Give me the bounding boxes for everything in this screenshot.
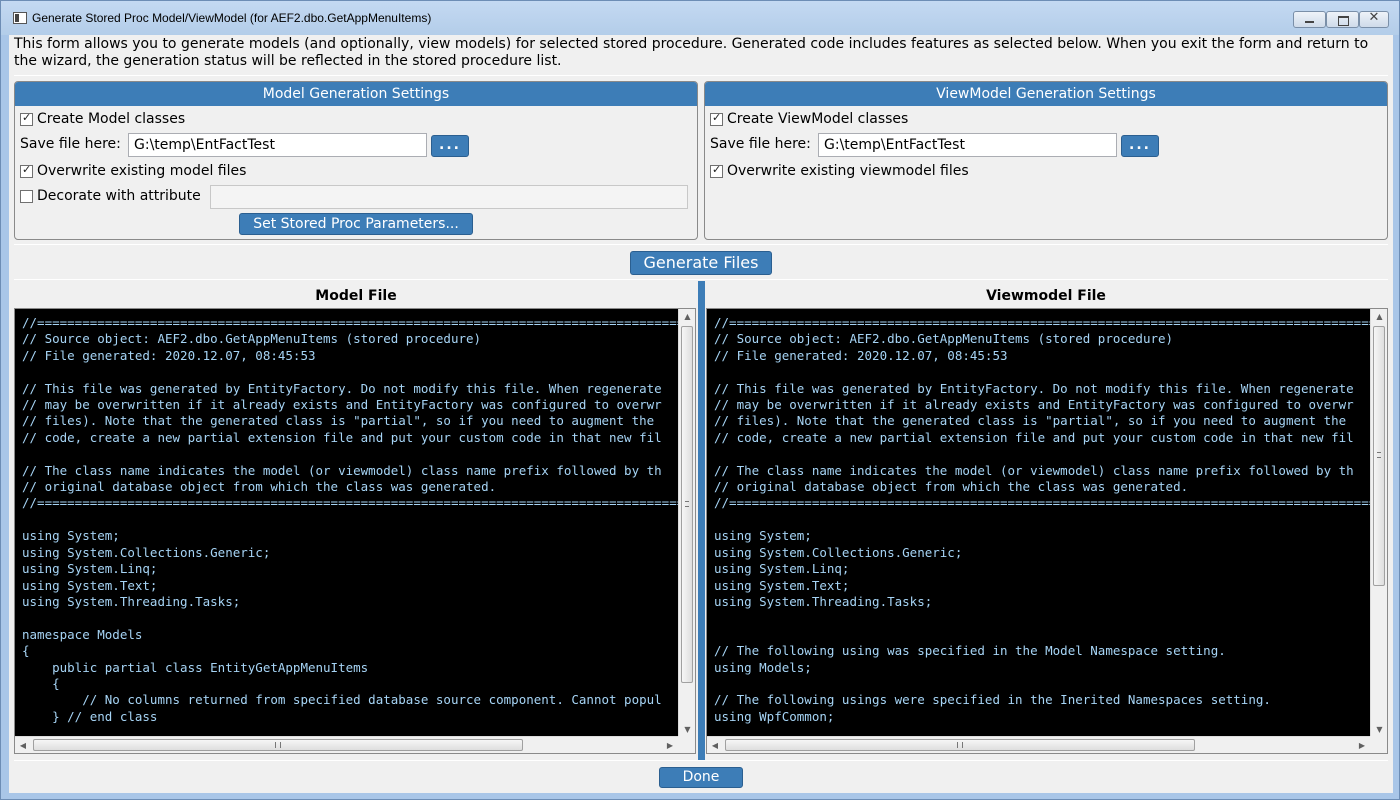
model-browse-button[interactable]: ... (431, 135, 469, 157)
grip-icon (685, 501, 689, 507)
grip-icon (275, 742, 281, 748)
scroll-thumb[interactable] (1373, 326, 1385, 586)
scroll-right-icon[interactable]: ▶ (1354, 737, 1370, 753)
model-save-label: Save file here: (20, 136, 121, 152)
dialog-body: This form allows you to generate models … (9, 35, 1393, 793)
overwrite-viewmodel-label: Overwrite existing viewmodel files (727, 163, 969, 179)
overwrite-model-label: Overwrite existing model files (37, 163, 247, 179)
decorate-attribute-input[interactable] (210, 185, 688, 209)
panel-splitter[interactable] (698, 281, 705, 761)
viewmodel-code-view[interactable]: //======================================… (706, 308, 1388, 754)
generate-files-button[interactable]: Generate Files (630, 251, 772, 275)
divider (14, 244, 1388, 245)
model-vertical-scrollbar[interactable]: ▲ ▼ (678, 309, 695, 738)
viewmodel-code-text: //======================================… (714, 315, 1387, 724)
viewmodel-horizontal-scrollbar[interactable]: ◀ ▶ (707, 736, 1370, 753)
create-viewmodel-row[interactable]: Create ViewModel classes (710, 109, 908, 129)
model-file-title: Model File (315, 288, 397, 304)
scroll-right-icon[interactable]: ▶ (662, 737, 678, 753)
model-save-path-input[interactable] (128, 133, 427, 157)
model-code-text: //======================================… (22, 315, 695, 724)
create-model-label: Create Model classes (37, 111, 186, 127)
overwrite-viewmodel-row[interactable]: Overwrite existing viewmodel files (710, 161, 969, 181)
scroll-thumb[interactable] (33, 739, 523, 751)
description-text: This form allows you to generate models … (14, 36, 1369, 69)
grip-icon (1377, 452, 1381, 458)
viewmodel-vertical-scrollbar[interactable]: ▲ ▼ (1370, 309, 1387, 738)
overwrite-model-checkbox[interactable] (20, 163, 33, 178)
app-icon[interactable] (13, 12, 27, 24)
viewmodel-settings-header: ViewModel Generation Settings (705, 82, 1387, 106)
viewmodel-settings-panel: ViewModel Generation Settings Create Vie… (704, 81, 1388, 240)
scroll-corner (678, 736, 695, 753)
viewmodel-save-label: Save file here: (710, 136, 811, 152)
scroll-thumb[interactable] (681, 326, 693, 683)
decorate-label: Decorate with attribute (37, 188, 201, 204)
scroll-left-icon[interactable]: ◀ (707, 737, 723, 753)
create-model-row[interactable]: Create Model classes (20, 109, 185, 129)
minimize-button[interactable] (1293, 11, 1326, 28)
decorate-checkbox[interactable] (20, 189, 33, 203)
maximize-button[interactable] (1326, 11, 1359, 28)
divider (14, 75, 1388, 76)
divider (14, 760, 1388, 761)
grip-icon (957, 742, 963, 748)
create-viewmodel-checkbox[interactable] (710, 111, 723, 126)
close-icon: ✕ (1368, 10, 1380, 25)
scroll-up-icon[interactable]: ▲ (1371, 309, 1387, 325)
done-button[interactable]: Done (659, 767, 743, 788)
divider (14, 279, 1388, 280)
model-horizontal-scrollbar[interactable]: ◀ ▶ (15, 736, 678, 753)
scroll-up-icon[interactable]: ▲ (679, 309, 695, 325)
model-code-view[interactable]: //======================================… (14, 308, 696, 754)
decorate-row[interactable]: Decorate with attribute (20, 186, 201, 206)
scroll-corner (1370, 736, 1387, 753)
overwrite-model-row[interactable]: Overwrite existing model files (20, 161, 246, 181)
close-button[interactable]: ✕ (1359, 10, 1389, 28)
scroll-left-icon[interactable]: ◀ (15, 737, 31, 753)
overwrite-viewmodel-checkbox[interactable] (710, 163, 723, 178)
viewmodel-browse-button[interactable]: ... (1121, 135, 1159, 157)
window-title: Generate Stored Proc Model/ViewModel (fo… (32, 11, 432, 25)
viewmodel-save-path-input[interactable] (818, 133, 1117, 157)
scroll-thumb[interactable] (725, 739, 1195, 751)
viewmodel-file-title: Viewmodel File (986, 288, 1106, 304)
model-settings-panel: Model Generation Settings Create Model c… (14, 81, 698, 240)
create-model-checkbox[interactable] (20, 111, 33, 126)
create-viewmodel-label: Create ViewModel classes (727, 111, 909, 127)
title-bar[interactable]: Generate Stored Proc Model/ViewModel (fo… (1, 1, 1399, 35)
set-params-button[interactable]: Set Stored Proc Parameters... (239, 213, 473, 235)
model-settings-header: Model Generation Settings (15, 82, 697, 106)
dialog-window: Generate Stored Proc Model/ViewModel (fo… (0, 0, 1400, 800)
